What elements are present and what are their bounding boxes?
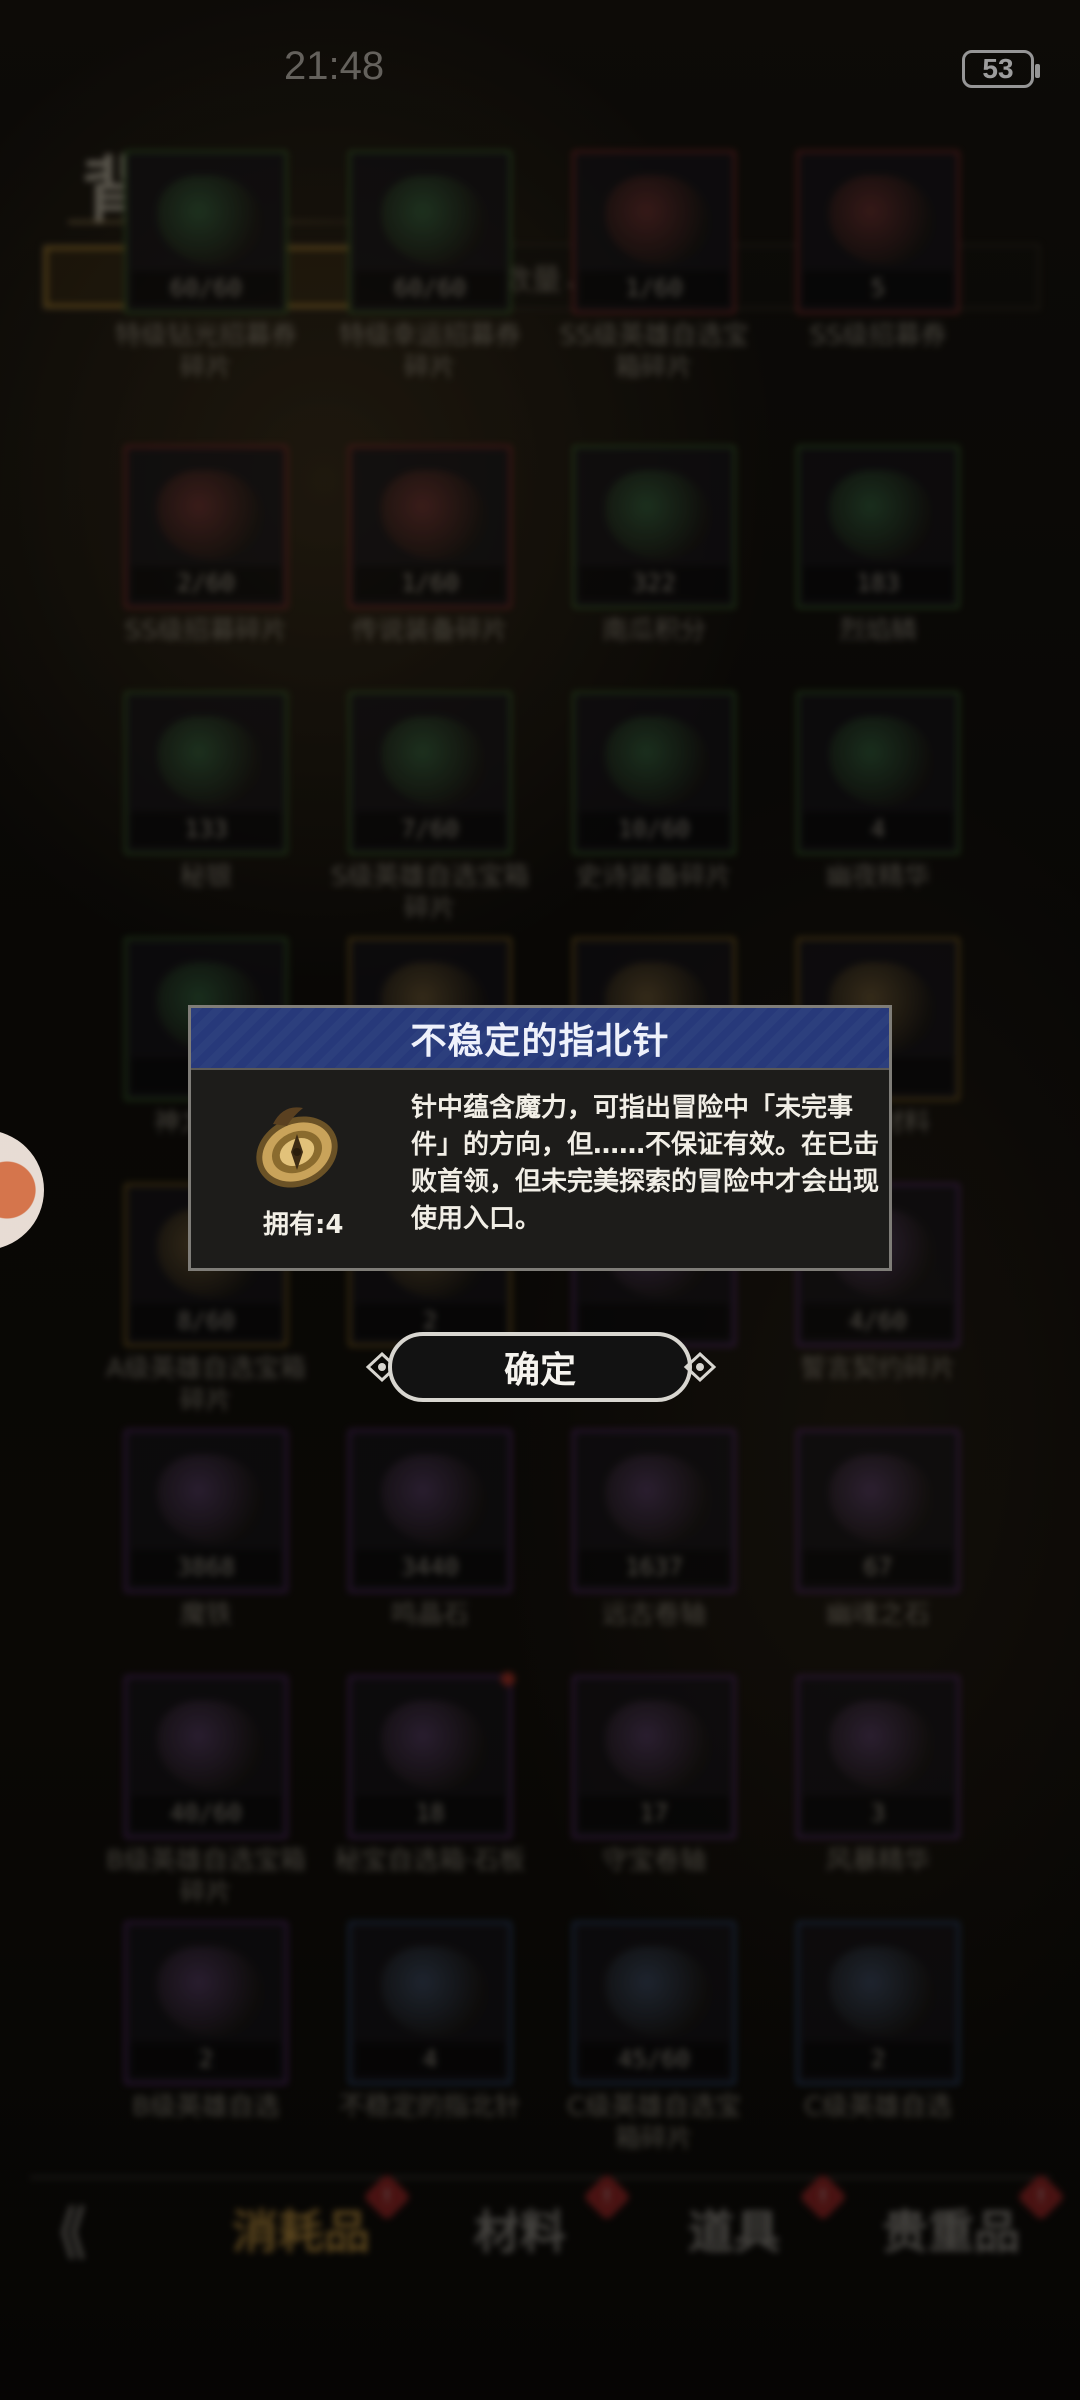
- dialog-body: 拥有:4 针中蕴含魔力，可指出冒险中「未完事件」的方向，但……不保证有效。在已击…: [191, 1070, 889, 1268]
- item-detail-dialog: 不稳定的指北针 拥有:4 针中蕴含魔力，可指出冒险中「未完事件」的方向，但……不…: [188, 1005, 892, 1271]
- right-ornament-icon: [683, 1351, 717, 1383]
- confirm-button[interactable]: 确定: [388, 1332, 692, 1402]
- item-description: 针中蕴含魔力，可指出冒险中「未完事件」的方向，但……不保证有效。在已击败首领，但…: [411, 1093, 880, 1234]
- compass-icon: [256, 1107, 338, 1188]
- dialog-title: 不稳定的指北针: [410, 1020, 670, 1062]
- owned-count: 拥有:4: [263, 1210, 344, 1240]
- dialog-header: 不稳定的指北针: [191, 1008, 889, 1070]
